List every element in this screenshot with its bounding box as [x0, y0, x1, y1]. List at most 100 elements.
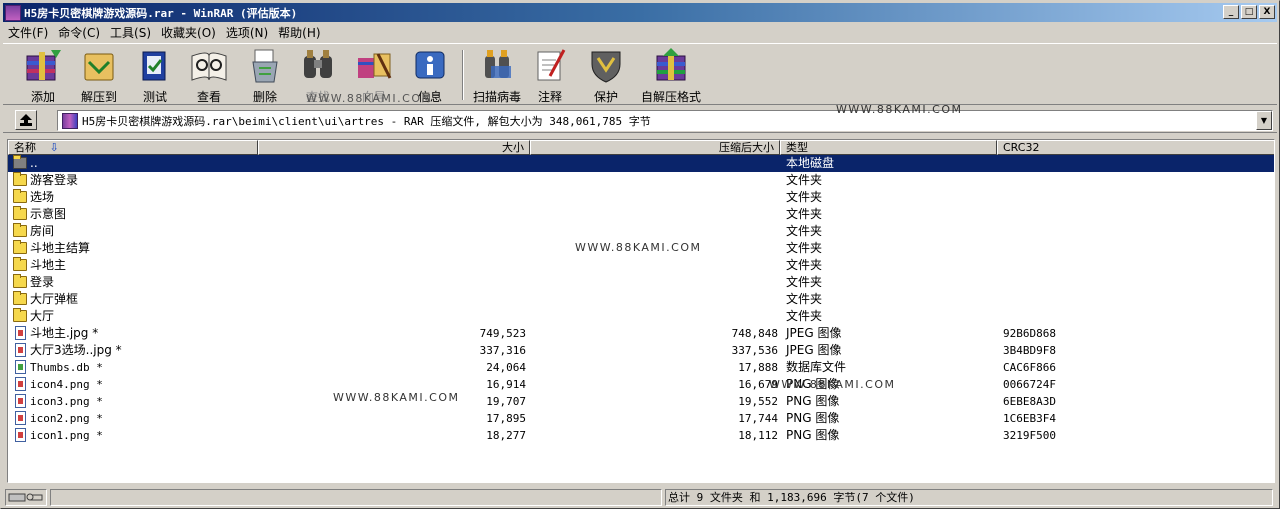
delete-button[interactable]: 删除: [237, 48, 293, 104]
file-row[interactable]: icon4.png * 16,914 16,679 PNG 图像 0066724F: [8, 376, 1274, 393]
file-type: PNG 图像: [786, 428, 840, 442]
sfx-label: 自解压格式: [640, 90, 701, 104]
folder-row[interactable]: 登录 文件夹: [8, 274, 1274, 291]
wizard-icon: [354, 48, 394, 84]
file-type: 本地磁盘: [786, 156, 835, 170]
file-size: 337,316: [479, 344, 526, 357]
folder-icon: [13, 308, 27, 322]
column-header-type[interactable]: 类型: [780, 140, 997, 155]
sort-desc-icon: ⇩: [49, 141, 59, 154]
protect-label: 保护: [593, 90, 618, 104]
file-size: 24,064: [486, 361, 526, 374]
file-type: 文件夹: [786, 292, 823, 306]
folder-icon: [13, 172, 27, 186]
path-dropdown-button[interactable]: ▼: [1256, 111, 1272, 130]
image-file-icon: [15, 428, 26, 442]
file-type: JPEG 图像: [786, 343, 842, 357]
menu-tools[interactable]: 工具(S): [105, 24, 156, 41]
column-header-name[interactable]: 名称 ⇩: [8, 140, 258, 155]
file-name: 斗地主.jpg *: [30, 326, 99, 340]
file-row[interactable]: 大厅3选场..jpg * 337,316 337,536 JPEG 图像 3B4BD9F…: [8, 342, 1274, 359]
image-file-icon: [15, 377, 26, 391]
menu-options[interactable]: 选项(N): [221, 24, 273, 41]
file-row[interactable]: 斗地主.jpg * 749,523 748,848 JPEG 图像 92B6D868: [8, 325, 1274, 342]
folder-icon: [13, 291, 27, 305]
column-headers: 名称 ⇩ 大小 压缩后大小 类型 CRC32: [8, 140, 1274, 155]
file-rows: .. 本地磁盘 游客登录 文件夹 选场 文件夹 示意图 文件夹 房间 文件夹 斗地主结算 文件夹 斗地主…: [8, 155, 1274, 444]
winrar-window: H5房卡贝密棋牌游戏源码.rar - WinRAR (评估版本) _ □ X 文…: [0, 0, 1280, 509]
watermark-text: WWW.88KAMI.COM: [333, 391, 460, 404]
file-packed-size: 19,552: [738, 395, 778, 408]
sfx-button[interactable]: 自解压格式: [635, 48, 707, 104]
menu-file[interactable]: 文件(F): [3, 24, 53, 41]
folder-row[interactable]: 游客登录 文件夹: [8, 172, 1274, 189]
file-size: 17,895: [486, 412, 526, 425]
view-button[interactable]: 查看: [181, 48, 237, 104]
folder-row[interactable]: 大厅弹框 文件夹: [8, 291, 1274, 308]
view-icon: [189, 48, 229, 84]
image-file-icon: [15, 343, 26, 357]
menu-favorites[interactable]: 收藏夹(O): [156, 24, 221, 41]
column-header-size[interactable]: 大小: [258, 140, 530, 155]
status-bar: 总计 9 文件夹 和 1,183,696 字节(7 个文件): [3, 487, 1277, 507]
comment-label: 注释: [537, 90, 562, 104]
title-bar[interactable]: H5房卡贝密棋牌游戏源码.rar - WinRAR (评估版本) _ □ X: [3, 3, 1277, 22]
menu-commands[interactable]: 命令(C): [53, 24, 105, 41]
file-row[interactable]: icon2.png * 17,895 17,744 PNG 图像 1C6EB3F4: [8, 410, 1274, 427]
watermark-text: WWW.88KAMI.COM: [575, 241, 702, 254]
status-icons: [5, 489, 47, 506]
file-packed-size: 337,536: [731, 344, 778, 357]
image-file-icon: [15, 326, 26, 340]
file-type: 文件夹: [786, 173, 823, 187]
column-header-packed[interactable]: 压缩后大小: [530, 140, 780, 155]
winrar-app-icon[interactable]: [5, 4, 21, 21]
comment-button[interactable]: 注释: [522, 48, 578, 104]
file-row[interactable]: Thumbs.db * 24,064 17,888 数据库文件 CAC6F866: [8, 359, 1274, 376]
close-button[interactable]: X: [1259, 5, 1275, 19]
file-type: PNG 图像: [786, 411, 840, 425]
folder-row[interactable]: 斗地主 文件夹: [8, 257, 1274, 274]
protect-icon: [586, 48, 626, 84]
path-combobox[interactable]: H5房卡贝密棋牌游戏源码.rar\beimi\client\ui\artres …: [57, 110, 1273, 131]
scan-virus-button[interactable]: 扫描病毒: [467, 48, 527, 104]
extract-to-button[interactable]: 解压到: [71, 48, 127, 104]
maximize-button[interactable]: □: [1241, 5, 1257, 19]
file-name: 大厅弹框: [30, 292, 79, 306]
folder-row[interactable]: 房间 文件夹: [8, 223, 1274, 240]
file-type: 数据库文件: [786, 360, 847, 374]
folder-row[interactable]: 示意图 文件夹: [8, 206, 1274, 223]
file-row[interactable]: icon1.png * 18,277 18,112 PNG 图像 3219F500: [8, 427, 1274, 444]
add-button[interactable]: 添加: [15, 48, 71, 104]
protect-button[interactable]: 保护: [578, 48, 634, 104]
file-packed-size: 18,112: [738, 429, 778, 442]
up-folder-button[interactable]: [15, 110, 37, 130]
folder-row[interactable]: 选场 文件夹: [8, 189, 1274, 206]
menu-help[interactable]: 帮助(H): [273, 24, 325, 41]
file-row[interactable]: icon3.png * 19,707 19,552 PNG 图像 6EBE8A3D: [8, 393, 1274, 410]
parent-folder-row[interactable]: .. 本地磁盘: [8, 155, 1274, 172]
folder-icon: [13, 155, 27, 169]
file-crc: 6EBE8A3D: [1003, 395, 1056, 408]
folder-row[interactable]: 大厅 文件夹: [8, 308, 1274, 325]
file-name: 大厅3选场..jpg *: [30, 343, 122, 357]
column-name-label: 名称: [14, 141, 36, 154]
status-left-pane: [50, 489, 662, 506]
file-crc: 0066724F: [1003, 378, 1056, 391]
file-packed-size: 17,888: [738, 361, 778, 374]
file-list[interactable]: 名称 ⇩ 大小 压缩后大小 类型 CRC32 .. 本地磁盘 游客登录 文件夹 选场 文件…: [7, 139, 1275, 483]
column-header-crc[interactable]: CRC32: [997, 140, 1274, 155]
file-packed-size: 748,848: [731, 327, 778, 340]
test-button[interactable]: 测试: [127, 48, 183, 104]
rar-archive-icon: [62, 112, 78, 129]
find-icon: [298, 48, 338, 84]
minimize-button[interactable]: _: [1223, 5, 1239, 19]
info-icon: [410, 48, 450, 84]
file-name: icon4.png *: [30, 378, 103, 391]
window-title: H5房卡贝密棋牌游戏源码.rar - WinRAR (评估版本): [24, 6, 298, 20]
comment-icon: [530, 48, 570, 84]
file-crc: 3B4BD9F8: [1003, 344, 1056, 357]
scan-virus-label: 扫描病毒: [472, 90, 521, 104]
file-crc: 92B6D868: [1003, 327, 1056, 340]
watermark-text: WWW.88KAMI.COM: [836, 103, 963, 116]
file-type: 文件夹: [786, 190, 823, 204]
